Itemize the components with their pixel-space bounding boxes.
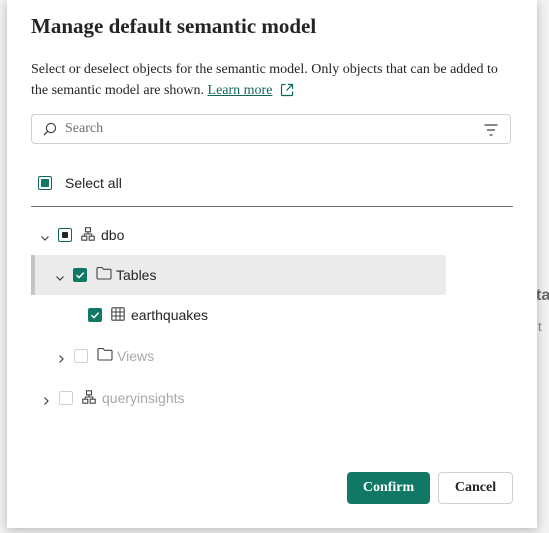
background-text-fragment: t (538, 319, 542, 334)
external-link-icon[interactable] (280, 83, 294, 104)
earthquakes-checkbox[interactable] (88, 308, 102, 322)
dbo-checkbox[interactable] (58, 228, 72, 242)
manage-semantic-model-dialog: Manage default semantic model Select or … (7, 0, 537, 528)
dialog-title: Manage default semantic model (31, 14, 317, 38)
cancel-button[interactable]: Cancel (438, 472, 513, 504)
tables-label: Tables (116, 267, 157, 283)
queryinsights-label: queryinsights (102, 390, 185, 406)
views-label: Views (117, 348, 155, 364)
folder-icon (96, 266, 112, 285)
confirm-button[interactable]: Confirm (347, 472, 430, 504)
chevron-right-icon[interactable] (56, 351, 66, 369)
views-checkbox (74, 349, 88, 363)
search-input[interactable] (65, 118, 465, 140)
tree-item-views[interactable]: Views (31, 336, 446, 376)
search-icon (43, 122, 57, 141)
dbo-label: dbo (101, 227, 125, 243)
tree-item-dbo[interactable]: dbo (31, 215, 451, 255)
tree-item-earthquakes[interactable]: earthquakes (31, 295, 446, 335)
tree-item-queryinsights[interactable]: queryinsights (31, 378, 446, 418)
chevron-down-icon[interactable] (55, 270, 65, 288)
schema-icon (81, 227, 95, 246)
earthquakes-label: earthquakes (131, 307, 209, 323)
chevron-down-icon[interactable] (40, 230, 50, 248)
schema-icon (82, 390, 96, 409)
divider (31, 206, 513, 207)
tree-item-tables[interactable]: Tables (31, 255, 446, 295)
background-heading-fragment: ta (536, 287, 549, 304)
table-icon (111, 307, 125, 326)
queryinsights-checkbox (59, 391, 73, 405)
search-box[interactable] (31, 114, 511, 144)
chevron-right-icon[interactable] (41, 393, 51, 411)
dialog-description: Select or deselect objects for the seman… (31, 59, 511, 104)
filter-icon[interactable] (484, 123, 498, 141)
select-all-checkbox[interactable] (38, 176, 52, 190)
select-all-label: Select all (65, 175, 122, 191)
tables-checkbox[interactable] (73, 268, 87, 282)
learn-more-link[interactable]: Learn more (208, 83, 273, 98)
folder-icon (97, 347, 113, 366)
